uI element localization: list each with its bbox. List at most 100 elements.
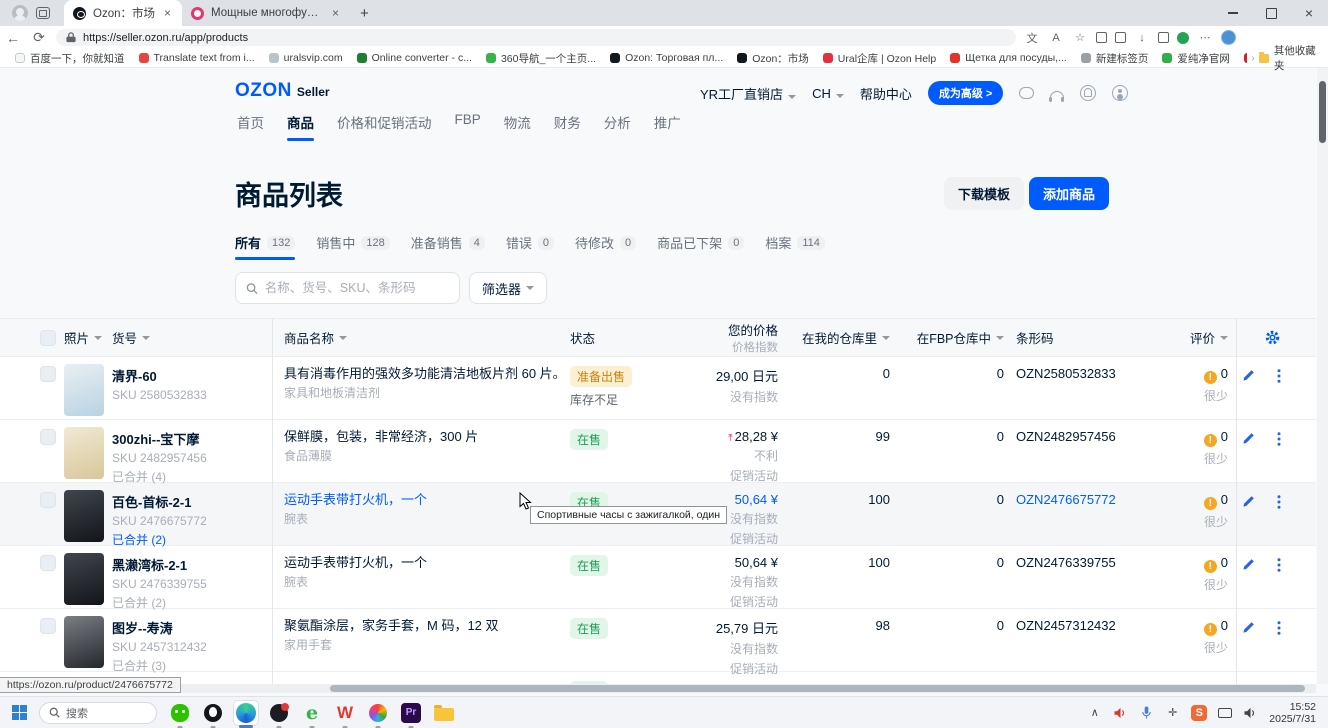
maximize-button[interactable] bbox=[1252, 0, 1290, 26]
rating-value[interactable]: 0 bbox=[1221, 618, 1228, 633]
edit-pencil-icon[interactable] bbox=[1242, 495, 1255, 509]
tray-chevron-up-icon[interactable]: ∧ bbox=[1087, 706, 1102, 719]
rating-value[interactable]: 0 bbox=[1221, 429, 1228, 444]
nav-item-首页[interactable]: 首页 bbox=[237, 112, 264, 141]
premiere-icon[interactable]: Pr bbox=[398, 700, 424, 726]
taskbar-search[interactable]: 搜索 bbox=[39, 702, 157, 724]
store-selector[interactable]: YR工厂直销店 bbox=[700, 84, 796, 103]
bookmark-item[interactable]: 爱纯净官网 bbox=[1155, 51, 1237, 66]
header-rating[interactable]: 评价 bbox=[1156, 328, 1228, 347]
product-name[interactable]: 聚氨酯涂层，家务手套，M 码，12 双 bbox=[284, 618, 570, 633]
header-fbp-warehouse[interactable]: 在FBP仓库中 bbox=[890, 328, 1004, 347]
collections-icon[interactable] bbox=[1115, 32, 1126, 43]
row-checkbox[interactable] bbox=[40, 429, 56, 445]
help-center-link[interactable]: 帮助中心 bbox=[860, 84, 912, 103]
select-all-checkbox[interactable] bbox=[40, 330, 56, 346]
nav-item-商品[interactable]: 商品 bbox=[287, 112, 314, 141]
edit-pencil-icon[interactable] bbox=[1242, 621, 1255, 635]
volume-icon[interactable] bbox=[1113, 707, 1128, 719]
sound-icon[interactable] bbox=[1243, 707, 1258, 719]
tab-ozon-market[interactable]: Ozon：市场 × bbox=[64, 0, 182, 26]
ime-icon[interactable]: ✛ bbox=[1165, 706, 1180, 719]
tab-workspaces-icon[interactable] bbox=[36, 7, 50, 19]
filter-tab-商品已下架[interactable]: 商品已下架0 bbox=[657, 233, 744, 260]
price-value[interactable]: 25,79 日元 bbox=[716, 621, 778, 636]
browser-profile-icon[interactable] bbox=[12, 5, 28, 21]
rating-value[interactable]: 0 bbox=[1221, 555, 1228, 570]
product-code[interactable]: 清界-60 bbox=[112, 366, 272, 385]
wechat-icon[interactable] bbox=[167, 700, 193, 726]
product-name[interactable]: 保鲜膜，包装，非常经济，300 片 bbox=[284, 429, 570, 444]
ie-browser-icon[interactable]: e bbox=[299, 700, 325, 726]
nav-item-FBP[interactable]: FBP bbox=[455, 112, 481, 141]
bookmark-item[interactable]: Ural企库 | Ozon Help bbox=[816, 51, 943, 66]
product-search[interactable] bbox=[235, 272, 460, 304]
browser-avatar[interactable] bbox=[1221, 30, 1236, 45]
rating-value[interactable]: 0 bbox=[1221, 366, 1228, 381]
chat-icon[interactable] bbox=[1019, 87, 1034, 99]
translate-icon[interactable]: 文 bbox=[1024, 30, 1040, 46]
header-name[interactable]: 商品名称 bbox=[272, 328, 570, 347]
downloads-icon[interactable]: ↓ bbox=[1134, 32, 1150, 44]
barcode-value[interactable]: OZN2580532833 bbox=[1004, 366, 1156, 381]
bookmark-item[interactable]: 360导航_一个主页... bbox=[479, 51, 603, 66]
row-checkbox[interactable] bbox=[40, 618, 56, 634]
language-selector[interactable]: CH bbox=[812, 86, 844, 101]
product-code[interactable]: 图岁--寿涛 bbox=[112, 618, 272, 637]
merged-link[interactable]: 已合并 (2) bbox=[112, 594, 272, 611]
row-more-icon[interactable] bbox=[1277, 432, 1281, 446]
row-more-icon[interactable] bbox=[1277, 621, 1281, 635]
merged-link[interactable]: 已合并 (3) bbox=[112, 657, 272, 674]
bell-icon[interactable] bbox=[1080, 85, 1096, 101]
product-image[interactable] bbox=[64, 364, 104, 416]
edit-pencil-icon[interactable] bbox=[1242, 558, 1255, 572]
bookmark-item[interactable]: Щетка для посуды,... bbox=[943, 52, 1074, 64]
product-image[interactable] bbox=[64, 616, 104, 668]
filter-tab-所有[interactable]: 所有132 bbox=[235, 233, 295, 260]
barcode-value[interactable]: OZN2476339755 bbox=[1004, 555, 1156, 570]
nav-item-价格和促销活动[interactable]: 价格和促销活动 bbox=[337, 112, 432, 141]
bookmarks-chevron-icon[interactable]: › bbox=[1247, 52, 1259, 64]
close-tab-icon[interactable]: × bbox=[162, 6, 173, 20]
favorites-star-icon[interactable]: ☆ bbox=[1072, 31, 1088, 44]
header-my-warehouse[interactable]: 在我的仓库里 bbox=[778, 328, 890, 347]
filter-tab-档案[interactable]: 档案114 bbox=[765, 233, 825, 260]
refresh-icon[interactable]: ⟳ bbox=[26, 29, 52, 46]
account-icon[interactable] bbox=[1112, 85, 1128, 101]
minimize-button[interactable] bbox=[1214, 0, 1252, 26]
sogou-input-icon[interactable]: S bbox=[1191, 705, 1207, 721]
product-name[interactable]: 具有消毒作用的强效多功能清洁地板片剂 60 片。 bbox=[284, 366, 570, 381]
edit-pencil-icon[interactable] bbox=[1242, 432, 1255, 446]
rating-value[interactable]: 0 bbox=[1221, 492, 1228, 507]
horizontal-scrollbar[interactable] bbox=[0, 684, 1316, 693]
download-template-button[interactable]: 下载模板 bbox=[944, 177, 1024, 210]
filter-tab-准备销售[interactable]: 准备销售4 bbox=[411, 233, 485, 260]
filter-button[interactable]: 筛选器 bbox=[469, 272, 547, 304]
other-bookmarks[interactable]: 其他收藏夹 bbox=[1259, 43, 1318, 73]
vertical-scrollbar[interactable] bbox=[1317, 68, 1328, 684]
bookmark-item[interactable]: 新建标签页 bbox=[1074, 51, 1156, 66]
product-image[interactable] bbox=[64, 490, 104, 542]
add-product-button[interactable]: 添加商品 bbox=[1029, 177, 1109, 210]
product-code[interactable]: 百色-首标-2-1 bbox=[112, 492, 272, 511]
bookmark-item[interactable]: Ozon: Торговая пл... bbox=[603, 52, 730, 64]
product-code[interactable]: 300zhi--宝下摩 bbox=[112, 429, 272, 448]
product-code[interactable]: 黑濑湾标-2-1 bbox=[112, 555, 272, 574]
ozon-seller-logo[interactable]: OZONSeller bbox=[235, 80, 330, 102]
music-app-icon[interactable] bbox=[266, 700, 292, 726]
tab-second[interactable]: Мощные многофункциональнь × bbox=[182, 0, 350, 26]
row-checkbox[interactable] bbox=[40, 555, 56, 571]
read-aloud-icon[interactable]: A bbox=[1048, 32, 1064, 44]
nav-item-推广[interactable]: 推广 bbox=[654, 112, 681, 141]
merged-link[interactable]: 已合并 (4) bbox=[112, 468, 272, 485]
header-photo[interactable]: 照片 bbox=[64, 328, 112, 347]
file-explorer-icon[interactable] bbox=[431, 700, 457, 726]
barcode-value[interactable]: OZN2457312432 bbox=[1004, 618, 1156, 633]
search-input[interactable] bbox=[265, 281, 449, 295]
price-value[interactable]: 29,00 日元 bbox=[716, 369, 778, 384]
close-tab-icon[interactable]: × bbox=[330, 6, 341, 20]
h-scroll-thumb[interactable] bbox=[330, 685, 1305, 692]
price-value[interactable]: 28,28 ¥ bbox=[735, 429, 778, 444]
barcode-value[interactable]: OZN2482957456 bbox=[1004, 429, 1156, 444]
new-tab-button[interactable]: + bbox=[360, 5, 369, 22]
